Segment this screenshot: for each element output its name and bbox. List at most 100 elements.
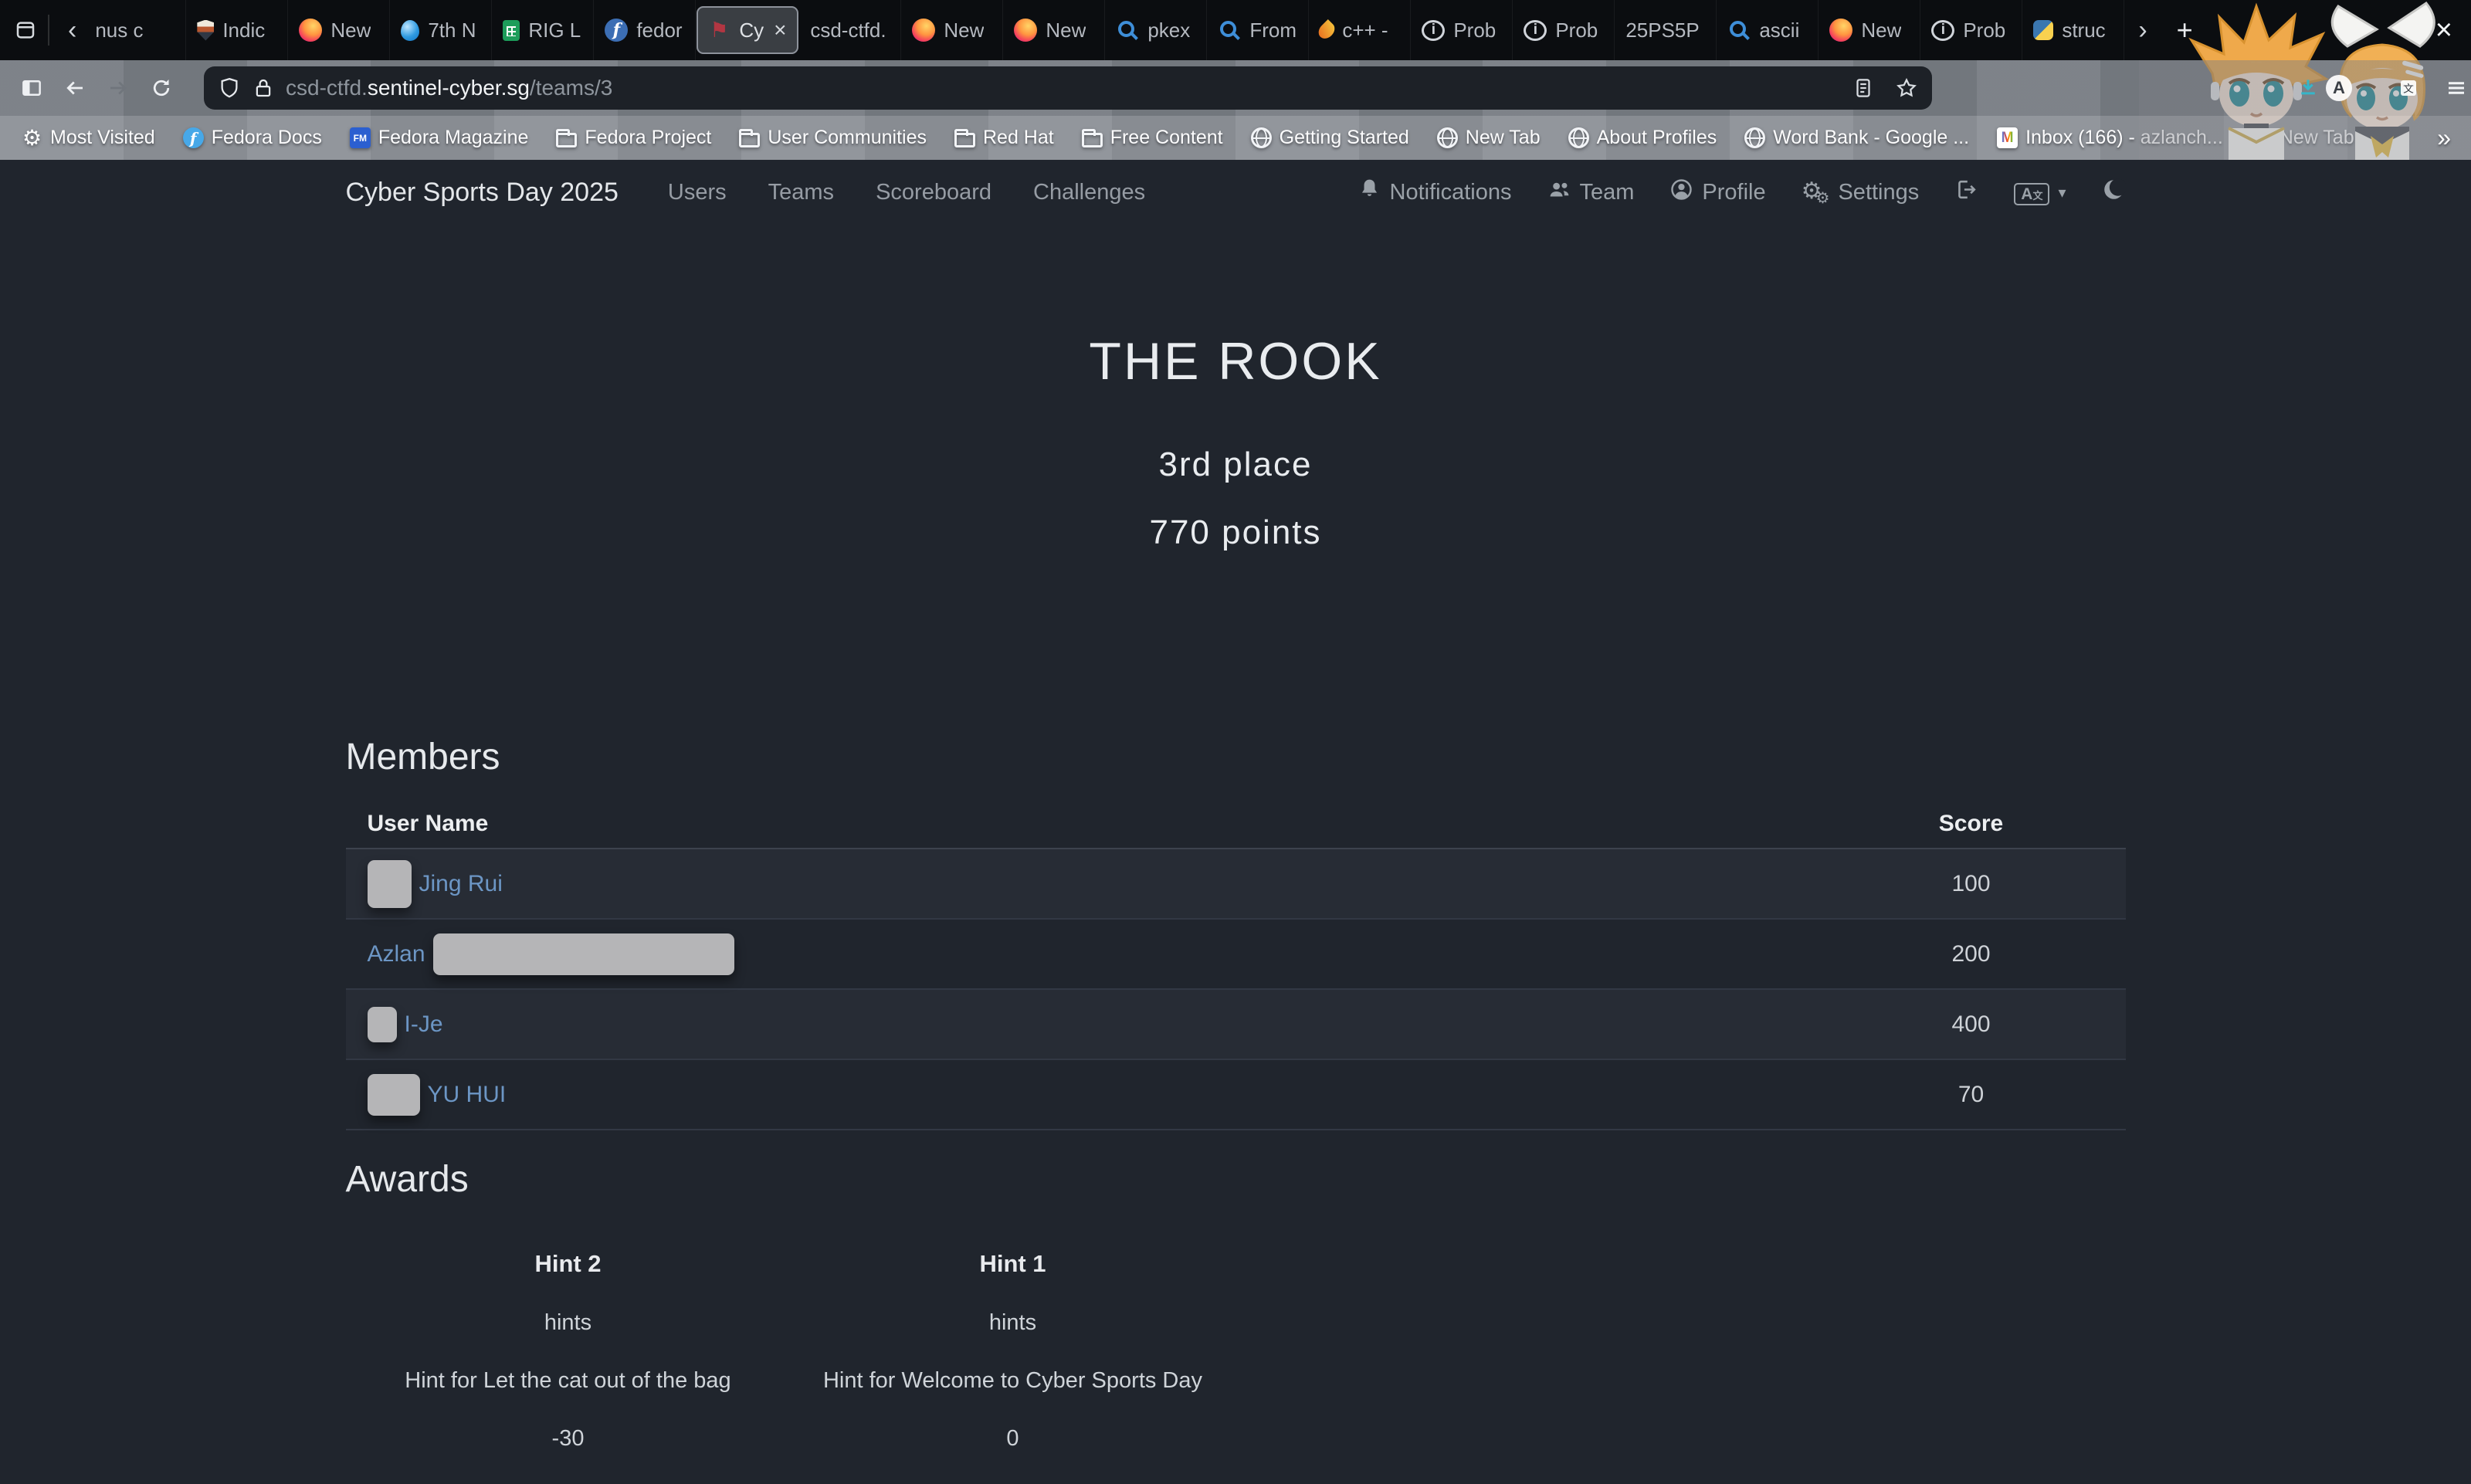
- browser-tab[interactable]: struc: [2022, 0, 2125, 60]
- browser-tab[interactable]: Prob: [1411, 0, 1513, 60]
- site-brand[interactable]: Cyber Sports Day 2025: [346, 178, 619, 208]
- nav-action-users[interactable]: Team: [1547, 178, 1635, 208]
- bookmark-label: Fedora Magazine: [378, 127, 529, 148]
- browser-tab[interactable]: fedor: [594, 0, 697, 60]
- url-bar[interactable]: csd-ctfd.sentinel-cyber.sg/teams/3: [204, 66, 1932, 110]
- reader-mode-icon[interactable]: [1852, 76, 1875, 100]
- bookmark-item[interactable]: Word Bank - Google ...: [1744, 127, 1969, 149]
- info-tab-icon: [1422, 19, 1446, 41]
- browser-tab[interactable]: New: [901, 0, 1004, 60]
- url-text[interactable]: csd-ctfd.sentinel-cyber.sg/teams/3: [286, 76, 1832, 100]
- nav-action-label: Team: [1579, 179, 1635, 205]
- firefox-tab-icon: [299, 19, 323, 42]
- bookmark-item[interactable]: About Profiles: [1568, 127, 1717, 149]
- nav-action-person[interactable]: Profile: [1669, 178, 1766, 208]
- browser-tab[interactable]: Prob: [1920, 0, 2023, 60]
- browser-tab[interactable]: csd-ctfd.: [799, 0, 902, 60]
- nav-link-scoreboard[interactable]: Scoreboard: [876, 180, 991, 205]
- bookmark-item[interactable]: New Tab: [1436, 127, 1541, 149]
- new-tab-button[interactable]: +: [2177, 14, 2193, 46]
- browser-tab[interactable]: ascii: [1717, 0, 1819, 60]
- tab-scroll-right-button[interactable]: ›: [2130, 17, 2154, 43]
- download-icon[interactable]: [2276, 76, 2320, 100]
- bookmark-item[interactable]: Inbox (166) - azlanch...: [1997, 127, 2223, 149]
- bookmark-item[interactable]: Free Content: [1081, 127, 1223, 149]
- nav-action-logout[interactable]: [1954, 178, 1978, 208]
- back-icon[interactable]: [43, 76, 86, 100]
- award-value: -30: [551, 1426, 585, 1451]
- member-link[interactable]: YU HUI: [428, 1082, 507, 1108]
- bookmark-item[interactable]: Fedora Magazine: [349, 127, 529, 149]
- browser-tab[interactable]: Cy ×: [697, 6, 799, 54]
- member-link[interactable]: I-Je: [405, 1011, 443, 1038]
- award-card: Hint 2 hints Hint for Let the cat out of t…: [346, 1250, 791, 1452]
- browser-tab[interactable]: 7th N: [390, 0, 493, 60]
- nav-action-language[interactable]: A文 ▾: [2014, 180, 2066, 205]
- nav-link-teams[interactable]: Teams: [768, 180, 834, 205]
- nav-action-bell[interactable]: Notifications: [1358, 178, 1512, 208]
- tab-title: ascii: [1759, 18, 1800, 42]
- account-icon[interactable]: A: [2326, 75, 2352, 101]
- menu-icon[interactable]: [2425, 76, 2468, 100]
- awards-list: Hint 2 hints Hint for Let the cat out of t…: [346, 1250, 2126, 1452]
- bookmark-item[interactable]: Fedora Docs: [182, 127, 322, 149]
- table-row: Azlan 200: [345, 920, 2126, 990]
- tab-title: nus c: [95, 18, 144, 42]
- globe-icon: [2250, 127, 2272, 148]
- nav-action-moon[interactable]: [2102, 178, 2127, 208]
- bookmark-label: About Profiles: [1596, 127, 1717, 148]
- bookmark-label: Red Hat: [982, 127, 1054, 148]
- bookmarks-bar: Most Visited Fedora Docs Fedora Magazine Fe…: [0, 116, 2471, 160]
- firefox-view-button[interactable]: [14, 19, 37, 42]
- nav-action-gears[interactable]: ⚙⚙ Settings: [1802, 178, 1920, 208]
- browser-tab[interactable]: New: [1819, 0, 1921, 60]
- member-name-cell: Azlan: [346, 933, 1817, 975]
- redaction-box: [367, 1006, 397, 1042]
- window-close-button[interactable]: ×: [2435, 14, 2452, 47]
- lock-icon[interactable]: [252, 76, 275, 100]
- translate-icon[interactable]: 文: [2377, 76, 2420, 100]
- tab-close-icon[interactable]: ×: [774, 18, 786, 42]
- bookmarks-overflow-chevron[interactable]: »: [2437, 124, 2451, 152]
- shield-icon[interactable]: [218, 76, 241, 100]
- site-navbar: Cyber Sports Day 2025 Users Teams Scoreboa…: [346, 160, 2127, 225]
- forward-icon[interactable]: [86, 76, 130, 100]
- browser-tab[interactable]: Indic: [186, 0, 289, 60]
- nav-link-users[interactable]: Users: [668, 180, 727, 205]
- browser-tab[interactable]: New: [1003, 0, 1106, 60]
- member-link[interactable]: Azlan: [368, 941, 425, 967]
- award-name: Hint 2: [534, 1250, 602, 1277]
- drop-tab-icon: [401, 19, 420, 41]
- nav-link-challenges[interactable]: Challenges: [1033, 180, 1145, 205]
- browser-tab[interactable]: New: [288, 0, 391, 60]
- table-row: Jing Rui 100: [345, 849, 2126, 920]
- bookmark-label: New Tab: [2279, 127, 2354, 148]
- reload-icon[interactable]: [130, 76, 173, 100]
- sidebar-toggle-icon[interactable]: [0, 76, 43, 100]
- nav-action-label: Notifications: [1389, 179, 1512, 205]
- bookmark-label: Word Bank - Google ...: [1773, 127, 1970, 148]
- browser-tab[interactable]: pkex: [1105, 0, 1208, 60]
- bookmark-item[interactable]: New Tab: [2250, 127, 2354, 149]
- browser-tab[interactable]: Prob: [1513, 0, 1615, 60]
- bookmark-star-icon[interactable]: [1895, 76, 1918, 100]
- browser-tab[interactable]: RIG L: [492, 0, 595, 60]
- tab-scroll-left-button[interactable]: ‹: [60, 17, 84, 43]
- award-category: hints: [544, 1310, 592, 1335]
- member-score: 70: [1957, 1081, 1985, 1107]
- award-name: Hint 1: [979, 1250, 1046, 1277]
- bookmark-label: Fedora Project: [585, 127, 712, 148]
- bookmark-item[interactable]: Fedora Project: [556, 127, 711, 149]
- browser-tab[interactable]: 25PS5P: [1615, 0, 1717, 60]
- members-heading: Members: [345, 737, 500, 778]
- bookmark-item[interactable]: Red Hat: [954, 127, 1054, 149]
- browser-tab[interactable]: nus c: [84, 0, 187, 60]
- member-link[interactable]: Jing Rui: [419, 871, 503, 897]
- svg-text:文: 文: [2403, 83, 2414, 96]
- browser-tab[interactable]: c++ -: [1309, 0, 1412, 60]
- bookmark-item[interactable]: Getting Started: [1250, 127, 1409, 149]
- browser-tab[interactable]: From: [1207, 0, 1310, 60]
- bookmark-item[interactable]: User Communities: [739, 127, 927, 149]
- bookmark-item[interactable]: Most Visited: [22, 127, 155, 149]
- bell-icon: [1358, 178, 1381, 208]
